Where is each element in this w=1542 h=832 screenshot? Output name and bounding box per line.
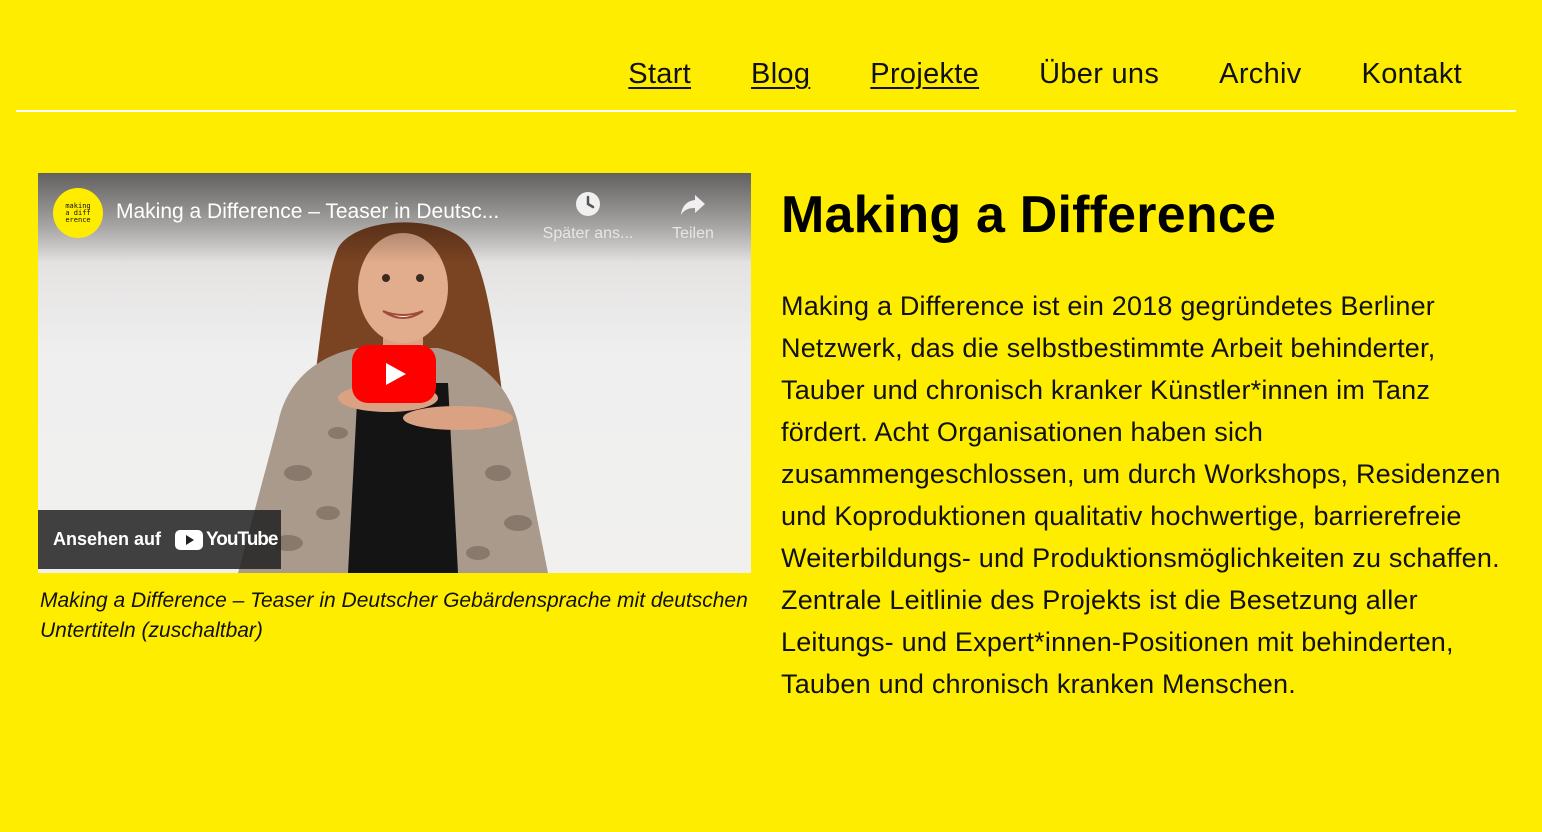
share-arrow-icon — [681, 195, 705, 215]
nav-link-blog[interactable]: Blog — [751, 58, 810, 90]
watch-later-label: Später ans... — [542, 225, 634, 242]
nav-item-start: Start — [628, 56, 691, 92]
main-navigation: Start Blog Projekte Über uns Archiv Kont… — [16, 0, 1516, 112]
play-button[interactable] — [352, 345, 436, 403]
video-caption: Making a Difference – Teaser in Deutsche… — [40, 589, 748, 642]
nav-item-archiv: Archiv — [1219, 56, 1301, 92]
channel-logo-line-3: erence — [65, 215, 91, 224]
nav-item-projekte: Projekte — [870, 56, 979, 92]
nav-link-projekte[interactable]: Projekte — [870, 58, 979, 90]
watch-on-youtube-button[interactable]: Ansehen auf YouTube — [38, 510, 281, 569]
channel-logo[interactable]: making a diff erence — [53, 188, 103, 238]
page: Start Blog Projekte Über uns Archiv Kont… — [0, 0, 1542, 832]
watch-on-label: Ansehen auf — [53, 529, 162, 549]
article-body: Making a Difference ist ein 2018 gegründ… — [781, 291, 1501, 699]
play-icon — [386, 363, 406, 385]
youtube-play-icon — [175, 529, 204, 550]
nav-link-start[interactable]: Start — [628, 58, 691, 90]
video-embed[interactable]: making a diff erence Making a Difference… — [38, 173, 751, 573]
share-label: Teilen — [672, 225, 714, 242]
share-button[interactable]: Teilen — [638, 189, 748, 243]
clock-icon — [576, 192, 600, 216]
nav-item-blog: Blog — [751, 56, 810, 92]
youtube-logo: YouTube — [175, 528, 278, 551]
video-title[interactable]: Making a Difference – Teaser in Deutsc..… — [116, 200, 536, 224]
youtube-wordmark: YouTube — [206, 528, 278, 550]
nav-list: Start Blog Projekte Über uns Archiv Kont… — [568, 56, 1462, 92]
nav-item-ueber-uns: Über uns — [1039, 56, 1159, 92]
nav-link-archiv[interactable]: Archiv — [1219, 58, 1301, 90]
nav-link-kontakt[interactable]: Kontakt — [1362, 58, 1462, 90]
nav-link-ueber-uns[interactable]: Über uns — [1039, 58, 1159, 90]
nav-item-kontakt: Kontakt — [1362, 56, 1462, 92]
watch-later-button[interactable]: Später ans... — [533, 189, 643, 243]
page-title: Making a Difference — [781, 186, 1277, 244]
